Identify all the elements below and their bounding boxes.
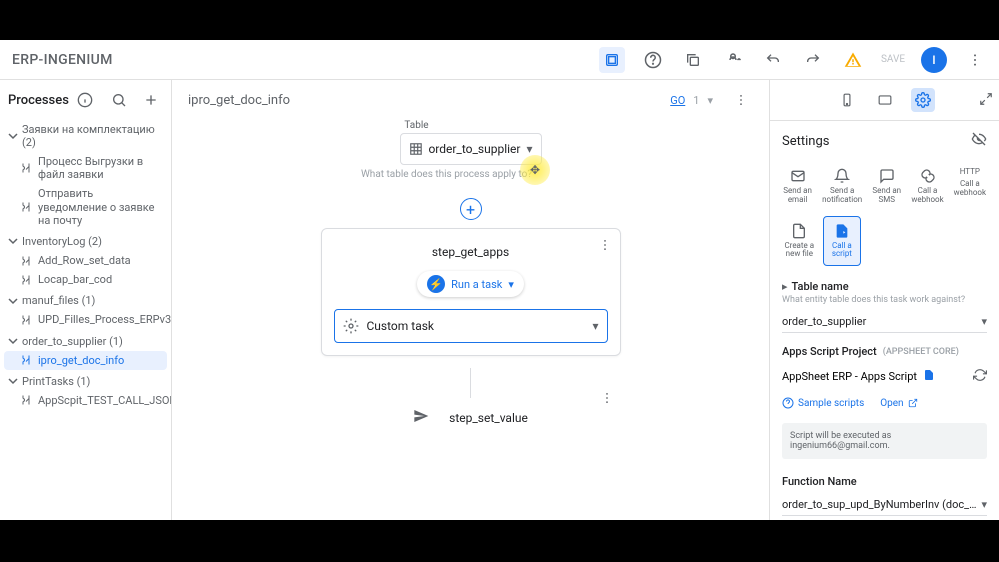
table-select[interactable]: order_to_supplier ▾: [400, 133, 542, 165]
undo-icon[interactable]: [761, 48, 785, 72]
refresh-icon[interactable]: [973, 368, 987, 385]
tree-group-4[interactable]: PrintTasks (1): [4, 372, 167, 391]
chevron-down-icon: ▾: [592, 319, 598, 333]
table-name-label: ▸Table name: [782, 280, 987, 293]
chevron-down-icon: ▾: [526, 142, 532, 156]
go-count: 1: [693, 94, 699, 107]
tree-group-2[interactable]: manuf_files (1): [4, 291, 167, 310]
task-type-file[interactable]: Create a new file: [780, 216, 819, 267]
table-name-hint: What entity table does this task work ag…: [782, 295, 987, 305]
breadcrumb: ipro_get_doc_info: [188, 93, 290, 108]
tree-item[interactable]: Locap_bar_cod: [4, 270, 167, 289]
sidebar: Processes Заявки на комплектацию (2) Про…: [0, 80, 172, 520]
task-type-email[interactable]: Send an email: [780, 161, 815, 212]
function-name-label: Function Name: [782, 475, 987, 488]
more-menu-icon[interactable]: [963, 48, 987, 72]
process-tree: Заявки на комплектацию (2) Процесс Выгру…: [0, 120, 171, 420]
tab-tablet[interactable]: [873, 88, 897, 112]
table-label: Table: [404, 120, 428, 131]
connector: [470, 368, 471, 398]
task-type-notification[interactable]: Send a notification: [819, 161, 865, 212]
step-title: step_set_value: [449, 411, 528, 425]
settings-panel: Settings Send an email Send a notificati…: [769, 80, 999, 520]
open-link[interactable]: Open: [880, 397, 917, 409]
search-icon[interactable]: [107, 88, 131, 112]
chevron-right-icon[interactable]: ▸: [782, 280, 788, 293]
chevron-down-icon: ▾: [508, 278, 514, 291]
tree-item[interactable]: AppScpit_TEST_CALL_JSON: [4, 391, 167, 410]
help-icon[interactable]: [641, 48, 665, 72]
app-name: ERP-INGENIUM: [12, 52, 113, 68]
warning-icon[interactable]: [841, 48, 865, 72]
table-value: order_to_supplier: [428, 142, 520, 156]
visibility-icon[interactable]: [971, 131, 987, 151]
step-card[interactable]: step_get_apps ⚡ Run a task ▾ Custom task…: [321, 228, 621, 356]
task-type-http[interactable]: HTTPCall a webhook: [951, 161, 989, 212]
save-label: SAVE: [881, 48, 905, 72]
table-hint: What table does this process apply to? ✥: [361, 169, 532, 180]
tree-group-1[interactable]: InventoryLog (2): [4, 232, 167, 251]
tab-mobile[interactable]: [835, 88, 859, 112]
function-name-select[interactable]: order_to_sup_upd_ByNumberInv (doc_num, i…: [782, 494, 987, 516]
tree-item[interactable]: Отправить уведомление о заявке на почту: [4, 184, 167, 230]
chevron-down-icon[interactable]: ▾: [707, 94, 713, 107]
run-task-button[interactable]: ⚡ Run a task ▾: [417, 271, 524, 297]
task-type-webhook[interactable]: Call a webhook: [908, 161, 946, 212]
canvas: ipro_get_doc_info GO 1 ▾ Table order_to_…: [172, 80, 769, 520]
device-tabs: [770, 80, 999, 121]
sidebar-title: Processes: [8, 93, 69, 108]
bolt-icon: ⚡: [427, 275, 445, 293]
document-icon[interactable]: [923, 368, 935, 385]
task-type-sms[interactable]: Send an SMS: [869, 161, 904, 212]
tree-item[interactable]: UPD_Filles_Process_ERPv3: [4, 310, 167, 329]
preview-icon[interactable]: [599, 47, 625, 73]
tree-item-selected[interactable]: ipro_get_doc_info: [4, 351, 167, 370]
move-cursor-icon: ✥: [520, 155, 550, 185]
send-icon: [413, 408, 429, 428]
info-icon[interactable]: [73, 88, 97, 112]
step-title: step_get_apps: [334, 245, 608, 259]
copy-icon[interactable]: [681, 48, 705, 72]
go-link[interactable]: GO: [670, 94, 685, 107]
script-note: Script will be executed as ingenium66@gm…: [782, 423, 987, 459]
step-menu-icon[interactable]: [598, 237, 612, 256]
gear-icon: [343, 318, 359, 334]
tree-item[interactable]: Процесс Выгрузки в файл заявки: [4, 152, 167, 184]
project-row: AppSheet ERP - Apps Script: [770, 364, 999, 389]
table-name-select[interactable]: order_to_supplier▾: [782, 311, 987, 333]
topbar: ERP-INGENIUM SAVE I: [0, 40, 999, 80]
tree-group-0[interactable]: Заявки на комплектацию (2): [4, 120, 167, 152]
step-floating[interactable]: step_set_value: [413, 408, 528, 428]
redo-icon[interactable]: [801, 48, 825, 72]
apps-script-label: Apps Script Project (APPSHEET CORE): [782, 345, 987, 358]
step-menu-icon[interactable]: [729, 88, 753, 112]
avatar[interactable]: I: [921, 47, 947, 73]
settings-title: Settings: [770, 121, 999, 157]
add-step-button[interactable]: +: [460, 198, 482, 220]
tree-item[interactable]: Add_Row_set_data: [4, 251, 167, 270]
step-menu-icon[interactable]: [600, 390, 614, 409]
share-icon[interactable]: [721, 48, 745, 72]
task-type-script[interactable]: Call a script: [823, 216, 862, 267]
tab-settings[interactable]: [911, 88, 935, 112]
tree-group-3[interactable]: order_to_supplier (1): [4, 332, 167, 351]
sample-scripts-link[interactable]: Sample scripts: [782, 397, 864, 409]
add-icon[interactable]: [139, 88, 163, 112]
task-type-grid: Send an email Send a notification Send a…: [770, 157, 999, 216]
custom-task-select[interactable]: Custom task ▾: [334, 309, 608, 343]
table-icon: [409, 142, 423, 156]
expand-icon[interactable]: [979, 92, 993, 109]
